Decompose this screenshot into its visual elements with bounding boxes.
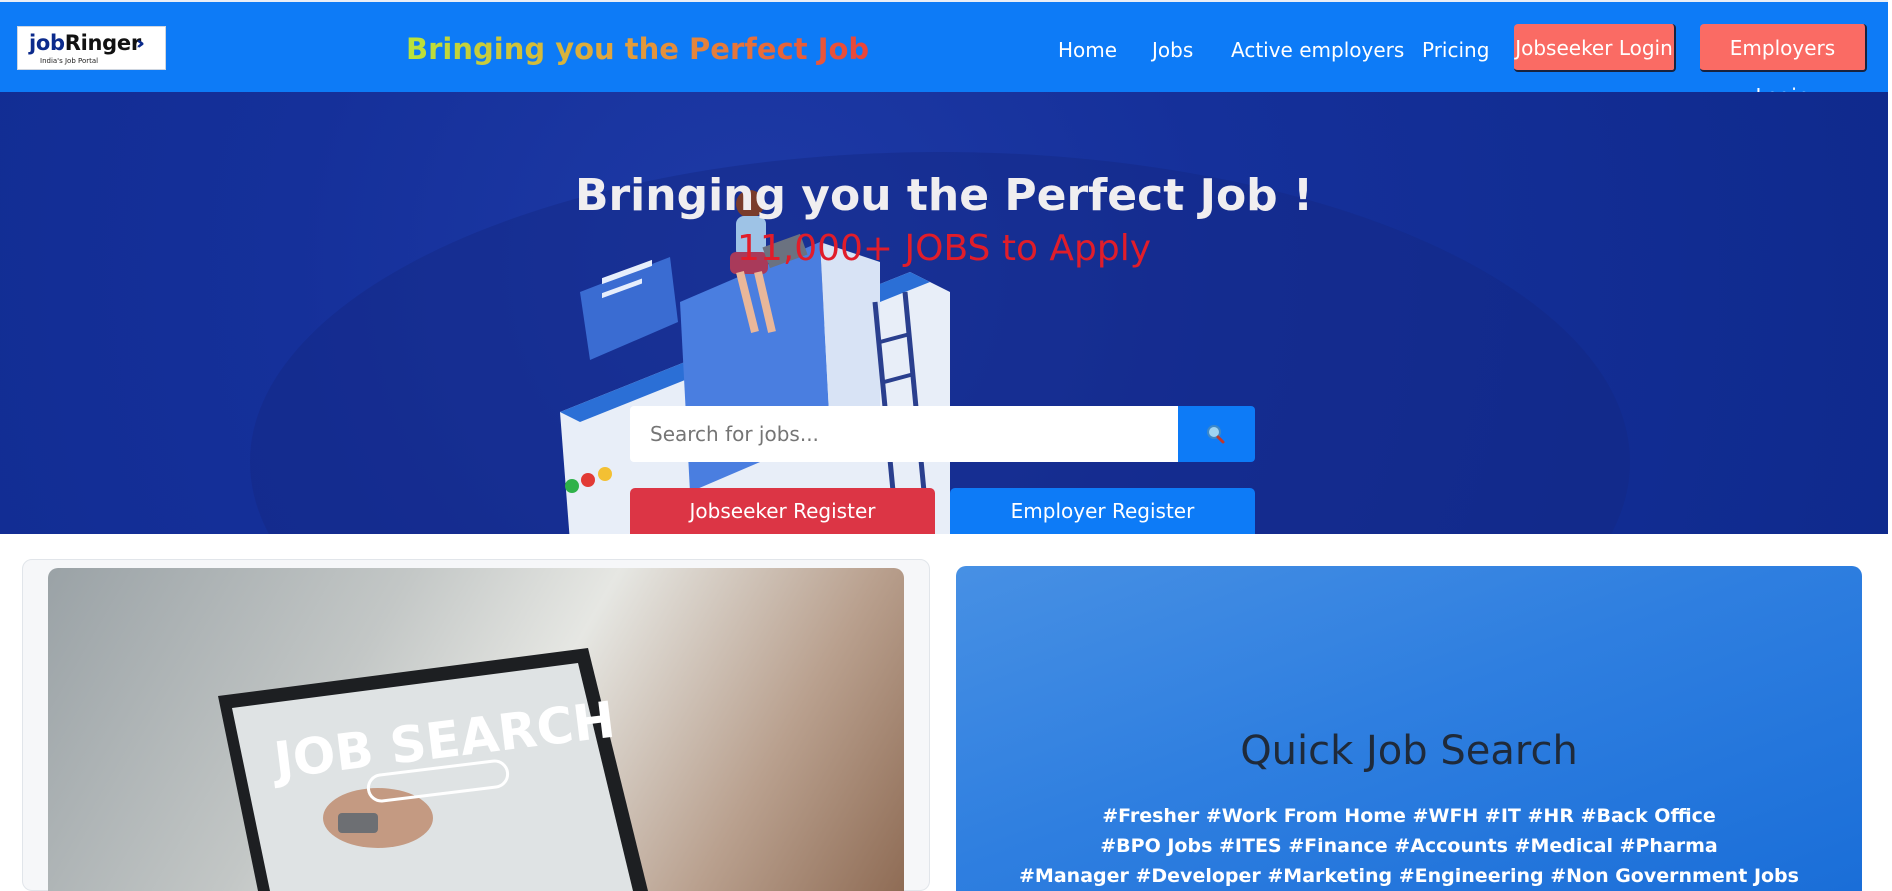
quick-search-tags-row[interactable]: #Fresher #Work From Home #WFH #IT #HR #B… xyxy=(956,805,1862,827)
header-tagline: Bringing you the Perfect Job xyxy=(406,32,870,66)
quick-search-tags-row[interactable]: #Manager #Developer #Marketing #Engineer… xyxy=(956,865,1862,887)
quick-search-tags-row[interactable]: #BPO Jobs #ITES #Finance #Accounts #Medi… xyxy=(956,835,1862,857)
job-search-input[interactable] xyxy=(630,406,1178,462)
job-search-bar xyxy=(630,406,1255,462)
logo-wordmark: jobRinger xyxy=(29,31,141,55)
hero-subtitle: 11,000+ JOBS to Apply xyxy=(736,228,1152,269)
nav-pricing[interactable]: Pricing xyxy=(1422,38,1489,62)
job-search-photo: JOB SEARCH xyxy=(48,568,904,891)
top-navbar: jobRinger ›› India's Job Portal Bringing… xyxy=(0,0,1888,108)
quick-job-search-title: Quick Job Search xyxy=(1240,728,1578,774)
employers-login-button[interactable]: Employers Login xyxy=(1700,24,1867,108)
jobseeker-register-button[interactable]: Jobseeker Register xyxy=(630,488,935,534)
magnifier-icon xyxy=(1207,425,1225,444)
hero-banner: Bringing you the Perfect Job ! 11,000+ J… xyxy=(0,92,1888,534)
hero-title: Bringing you the Perfect Job ! xyxy=(574,170,1314,221)
laptop-image: JOB SEARCH xyxy=(218,648,648,891)
nav-active-employers[interactable]: Active employers xyxy=(1231,38,1404,62)
employer-register-button[interactable]: Employer Register xyxy=(950,488,1255,534)
logo-tagline: India's Job Portal xyxy=(40,57,99,65)
logo-chevrons-icon: ›› xyxy=(136,33,145,54)
search-button[interactable] xyxy=(1178,406,1255,462)
site-logo[interactable]: jobRinger ›› India's Job Portal xyxy=(17,26,166,70)
nav-home[interactable]: Home xyxy=(1058,38,1117,62)
jobseeker-login-button[interactable]: Jobseeker Login xyxy=(1514,24,1676,72)
nav-jobs[interactable]: Jobs xyxy=(1152,38,1193,62)
